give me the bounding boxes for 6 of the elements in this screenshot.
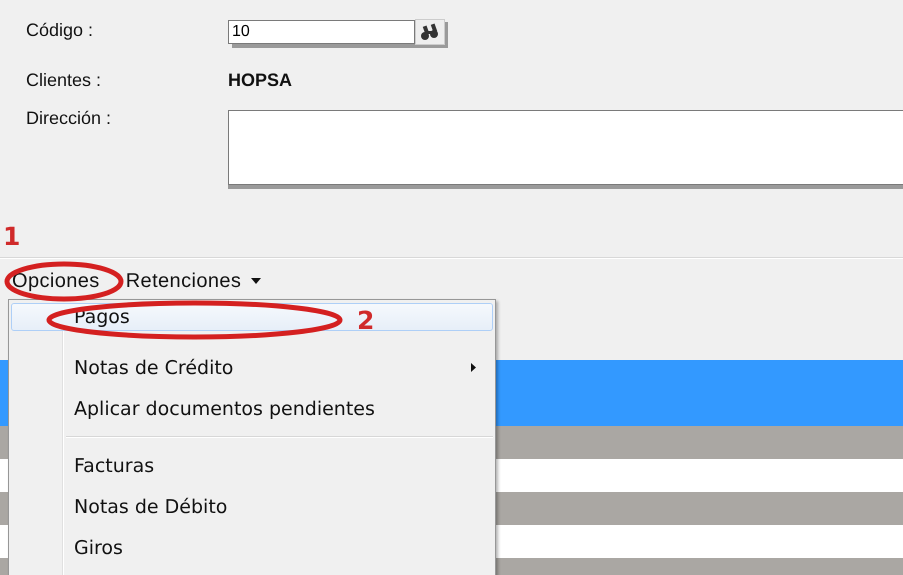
field-label: Dirección : <box>26 108 112 129</box>
annotation-number: 2 <box>357 308 374 333</box>
annotation-number: 1 <box>3 224 20 249</box>
field-label: Clientes : <box>26 70 102 91</box>
field-label: Código : <box>26 20 94 41</box>
client-name: HOPSA <box>228 70 294 91</box>
